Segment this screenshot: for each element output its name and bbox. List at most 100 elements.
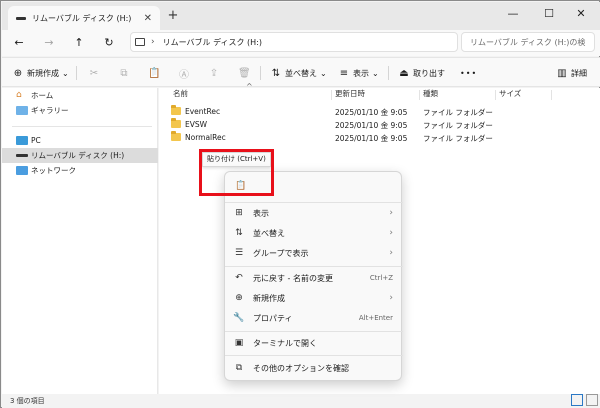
rename-button[interactable]: Ⓐ <box>178 64 190 82</box>
menu-divider <box>225 331 403 332</box>
menu-item-label: プロパティ <box>253 313 293 323</box>
chevron-down-icon: ⌄ <box>62 68 69 78</box>
search-input[interactable]: リムーバブル ディスク (H:)の検 <box>461 32 595 52</box>
tiles-view-icon[interactable] <box>586 394 598 406</box>
terminal-icon: ▣ <box>234 338 244 348</box>
column-divider[interactable] <box>495 90 496 100</box>
menu-item-shortcut: Ctrl+Z <box>369 274 393 282</box>
file-type: ファイル フォルダー <box>423 134 493 143</box>
column-header-type[interactable]: 種類 <box>423 88 438 102</box>
chevron-right-icon[interactable]: › <box>151 37 155 47</box>
view-button[interactable]: ≡ 表示 ⌄ <box>338 64 379 82</box>
delete-button[interactable]: 🗑 <box>238 64 251 82</box>
chevron-down-icon: ⌄ <box>372 68 379 78</box>
sort-button[interactable]: ⇅ 並べ替え ⌄ <box>270 64 327 82</box>
divider <box>388 66 389 80</box>
column-header-modified[interactable]: 更新日時 <box>335 88 365 102</box>
address-bar[interactable]: › リムーバブル ディスク (H:) <box>130 32 458 52</box>
menu-item-group-by[interactable]: ☰ グループで表示 › <box>225 244 403 262</box>
menu-item-show-more-options[interactable]: ⧉ その他のオプションを確認 <box>225 359 403 377</box>
details-view-icon[interactable] <box>571 394 583 406</box>
menu-item-undo-rename[interactable]: ↶ 元に戻す - 名前の変更 Ctrl+Z <box>225 269 403 287</box>
sort-label: 並べ替え <box>285 68 317 78</box>
column-divider[interactable] <box>551 90 552 100</box>
sidebar-item-label: リムーバブル ディスク (H:) <box>31 151 125 160</box>
status-bar: 3 個の項目 <box>2 394 600 408</box>
scissors-icon: ✂ <box>89 67 99 79</box>
menu-item-properties[interactable]: 🔧 プロパティ Alt+Enter <box>225 309 403 327</box>
file-type: ファイル フォルダー <box>423 108 493 117</box>
plus-circle-icon: ⊕ <box>13 67 23 79</box>
menu-item-shortcut: Alt+Enter <box>358 314 393 322</box>
cut-button[interactable]: ✂ <box>88 64 100 82</box>
rename-icon: Ⓐ <box>179 69 189 81</box>
sidebar-item-label: PC <box>31 136 41 145</box>
paste-button[interactable]: 📋 <box>148 64 160 82</box>
menu-item-label: 表示 <box>253 208 269 218</box>
tab-removable-disk[interactable]: リムーバブル ディスク (H:) ✕ <box>8 6 160 30</box>
menu-item-label: 元に戻す - 名前の変更 <box>253 273 333 283</box>
file-name: EventRec <box>185 107 221 116</box>
sort-icon: ⇅ <box>235 228 243 238</box>
tab-close-icon[interactable]: ✕ <box>144 13 152 24</box>
table-row[interactable]: EventRec 2025/01/10 金 9:05 ファイル フォルダー <box>159 105 600 119</box>
table-row[interactable]: EVSW 2025/01/10 金 9:05 ファイル フォルダー <box>159 118 600 132</box>
sidebar-item-removable-disk[interactable]: リムーバブル ディスク (H:) <box>2 148 158 163</box>
menu-item-new[interactable]: ⊕ 新規作成 › <box>225 289 403 307</box>
menu-divider <box>225 202 403 203</box>
chevron-down-icon: ⌄ <box>320 68 327 78</box>
menu-item-sort[interactable]: ⇅ 並べ替え › <box>225 224 403 242</box>
sidebar-item-gallery[interactable]: ギャラリー <box>2 103 158 118</box>
trash-icon: 🗑 <box>238 67 251 79</box>
back-button[interactable]: ← <box>10 34 28 52</box>
plus-circle-icon: ⊕ <box>235 293 243 303</box>
maximize-button[interactable]: ☐ <box>532 4 566 24</box>
eject-button[interactable]: ⏏ 取り出す <box>398 64 445 82</box>
folder-icon <box>171 131 181 141</box>
close-button[interactable]: ✕ <box>564 4 598 24</box>
column-header-size[interactable]: サイズ <box>499 88 521 102</box>
clipboard-icon: 📋 <box>148 67 161 79</box>
share-button[interactable]: ⇪ <box>208 64 220 82</box>
file-name: NormalRec <box>185 133 226 142</box>
menu-divider <box>225 266 403 267</box>
new-tab-button[interactable]: + <box>165 8 181 24</box>
copy-button[interactable]: ⧉ <box>118 64 130 82</box>
view-label: 表示 <box>353 68 369 78</box>
item-count: 3 個の項目 <box>10 397 45 405</box>
breadcrumb-current[interactable]: リムーバブル ディスク (H:) <box>163 37 262 48</box>
refresh-button[interactable]: ↻ <box>100 34 118 52</box>
minimize-button[interactable]: — <box>496 4 530 24</box>
menu-item-open-terminal[interactable]: ▣ ターミナルで開く <box>225 334 403 352</box>
pc-icon <box>16 136 28 145</box>
divider <box>76 66 77 80</box>
monitor-icon <box>135 38 145 46</box>
folder-icon <box>171 105 181 115</box>
sidebar-item-home[interactable]: ⌂ ホーム <box>2 88 158 103</box>
column-header-name[interactable]: 名前 <box>173 88 188 102</box>
file-date: 2025/01/10 金 9:05 <box>335 121 408 130</box>
table-row[interactable]: NormalRec 2025/01/10 金 9:05 ファイル フォルダー <box>159 131 600 145</box>
menu-item-view[interactable]: ⊞ 表示 › <box>225 204 403 222</box>
new-button[interactable]: ⊕ 新規作成 ⌄ <box>12 64 69 82</box>
sidebar-item-network[interactable]: ネットワーク <box>2 163 158 178</box>
forward-button[interactable]: → <box>40 34 58 52</box>
file-date: 2025/01/10 金 9:05 <box>335 134 408 143</box>
up-button[interactable]: ↑ <box>70 34 88 52</box>
grid-icon: ⊞ <box>235 208 243 218</box>
file-date: 2025/01/10 金 9:05 <box>335 108 408 117</box>
more-button[interactable]: ••• <box>460 64 477 82</box>
tab-title: リムーバブル ディスク (H:) <box>32 13 132 23</box>
column-divider[interactable] <box>419 90 420 100</box>
share-icon: ⇪ <box>209 67 219 79</box>
chevron-right-icon: › <box>389 248 393 258</box>
sidebar-item-pc[interactable]: PC <box>2 133 158 148</box>
details-button[interactable]: ▥ 詳細 <box>556 64 587 82</box>
column-divider[interactable] <box>331 90 332 100</box>
sidebar-item-label: ホーム <box>31 91 54 100</box>
wrench-icon: 🔧 <box>233 313 245 323</box>
details-label: 詳細 <box>571 68 587 78</box>
gallery-icon <box>16 106 28 115</box>
sidebar-divider <box>12 126 152 127</box>
chevron-right-icon: › <box>389 208 393 218</box>
